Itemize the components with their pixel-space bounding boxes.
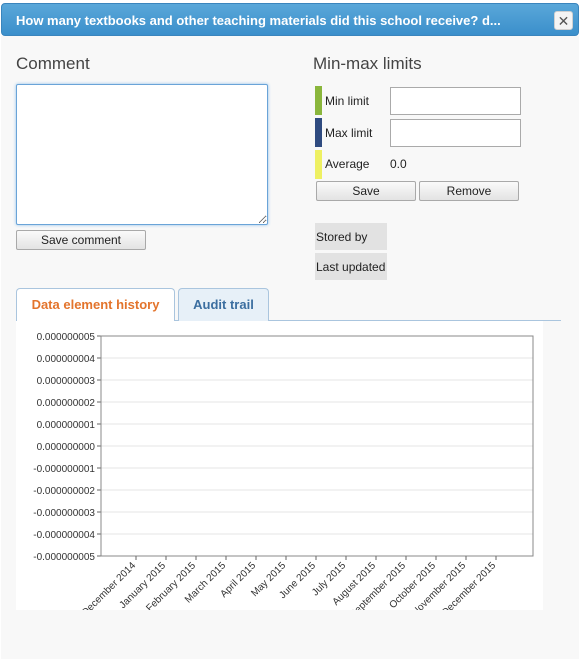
save-limits-button[interactable]: Save [316,181,416,201]
history-chart-area: 0.000000005 0.000000004 0.000000003 0.00000… [16,321,543,620]
y-tick-label: -0.000000002 [33,486,95,497]
minmax-heading: Min-max limits [313,54,422,73]
comment-heading: Comment [16,54,90,73]
max-limit-color-bar [315,118,322,147]
stored-by-label: Stored by [315,223,387,250]
y-tick-label: 0.000000004 [37,354,96,365]
max-limit-input[interactable] [390,119,521,147]
y-tick-label: -0.000000005 [33,552,95,563]
max-limit-label: Max limit [325,126,373,140]
tab-data-element-history[interactable]: Data element history [16,288,175,321]
dialog-title: How many textbooks and other teaching ma… [16,13,501,28]
y-tick-label: -0.000000003 [33,508,95,519]
close-icon[interactable]: ✕ [554,11,573,30]
min-limit-label: Min limit [325,94,369,108]
y-tick-label: 0.000000002 [37,398,96,409]
y-tick-label: 0.000000005 [37,332,96,343]
average-color-bar [315,150,322,179]
y-tick-label: 0.000000001 [37,420,96,431]
min-limit-input[interactable] [390,87,521,115]
last-updated-label: Last updated [315,253,387,280]
tab-audit-trail[interactable]: Audit trail [178,288,269,321]
average-label: Average [325,157,370,171]
dialog-header: How many textbooks and other teaching ma… [1,3,579,36]
history-chart: 0.000000005 0.000000004 0.000000003 0.00000… [33,332,534,620]
y-tick-label: 0.000000003 [37,376,96,387]
remove-limits-button[interactable]: Remove [419,181,519,201]
comment-textarea[interactable] [16,84,268,225]
y-tick-label: 0.000000000 [37,442,96,453]
min-limit-color-bar [315,86,322,115]
save-comment-button[interactable]: Save comment [16,230,146,250]
y-tick-label: -0.000000001 [33,464,95,475]
average-value: 0.0 [390,157,407,171]
y-tick-label: -0.000000004 [33,530,95,541]
